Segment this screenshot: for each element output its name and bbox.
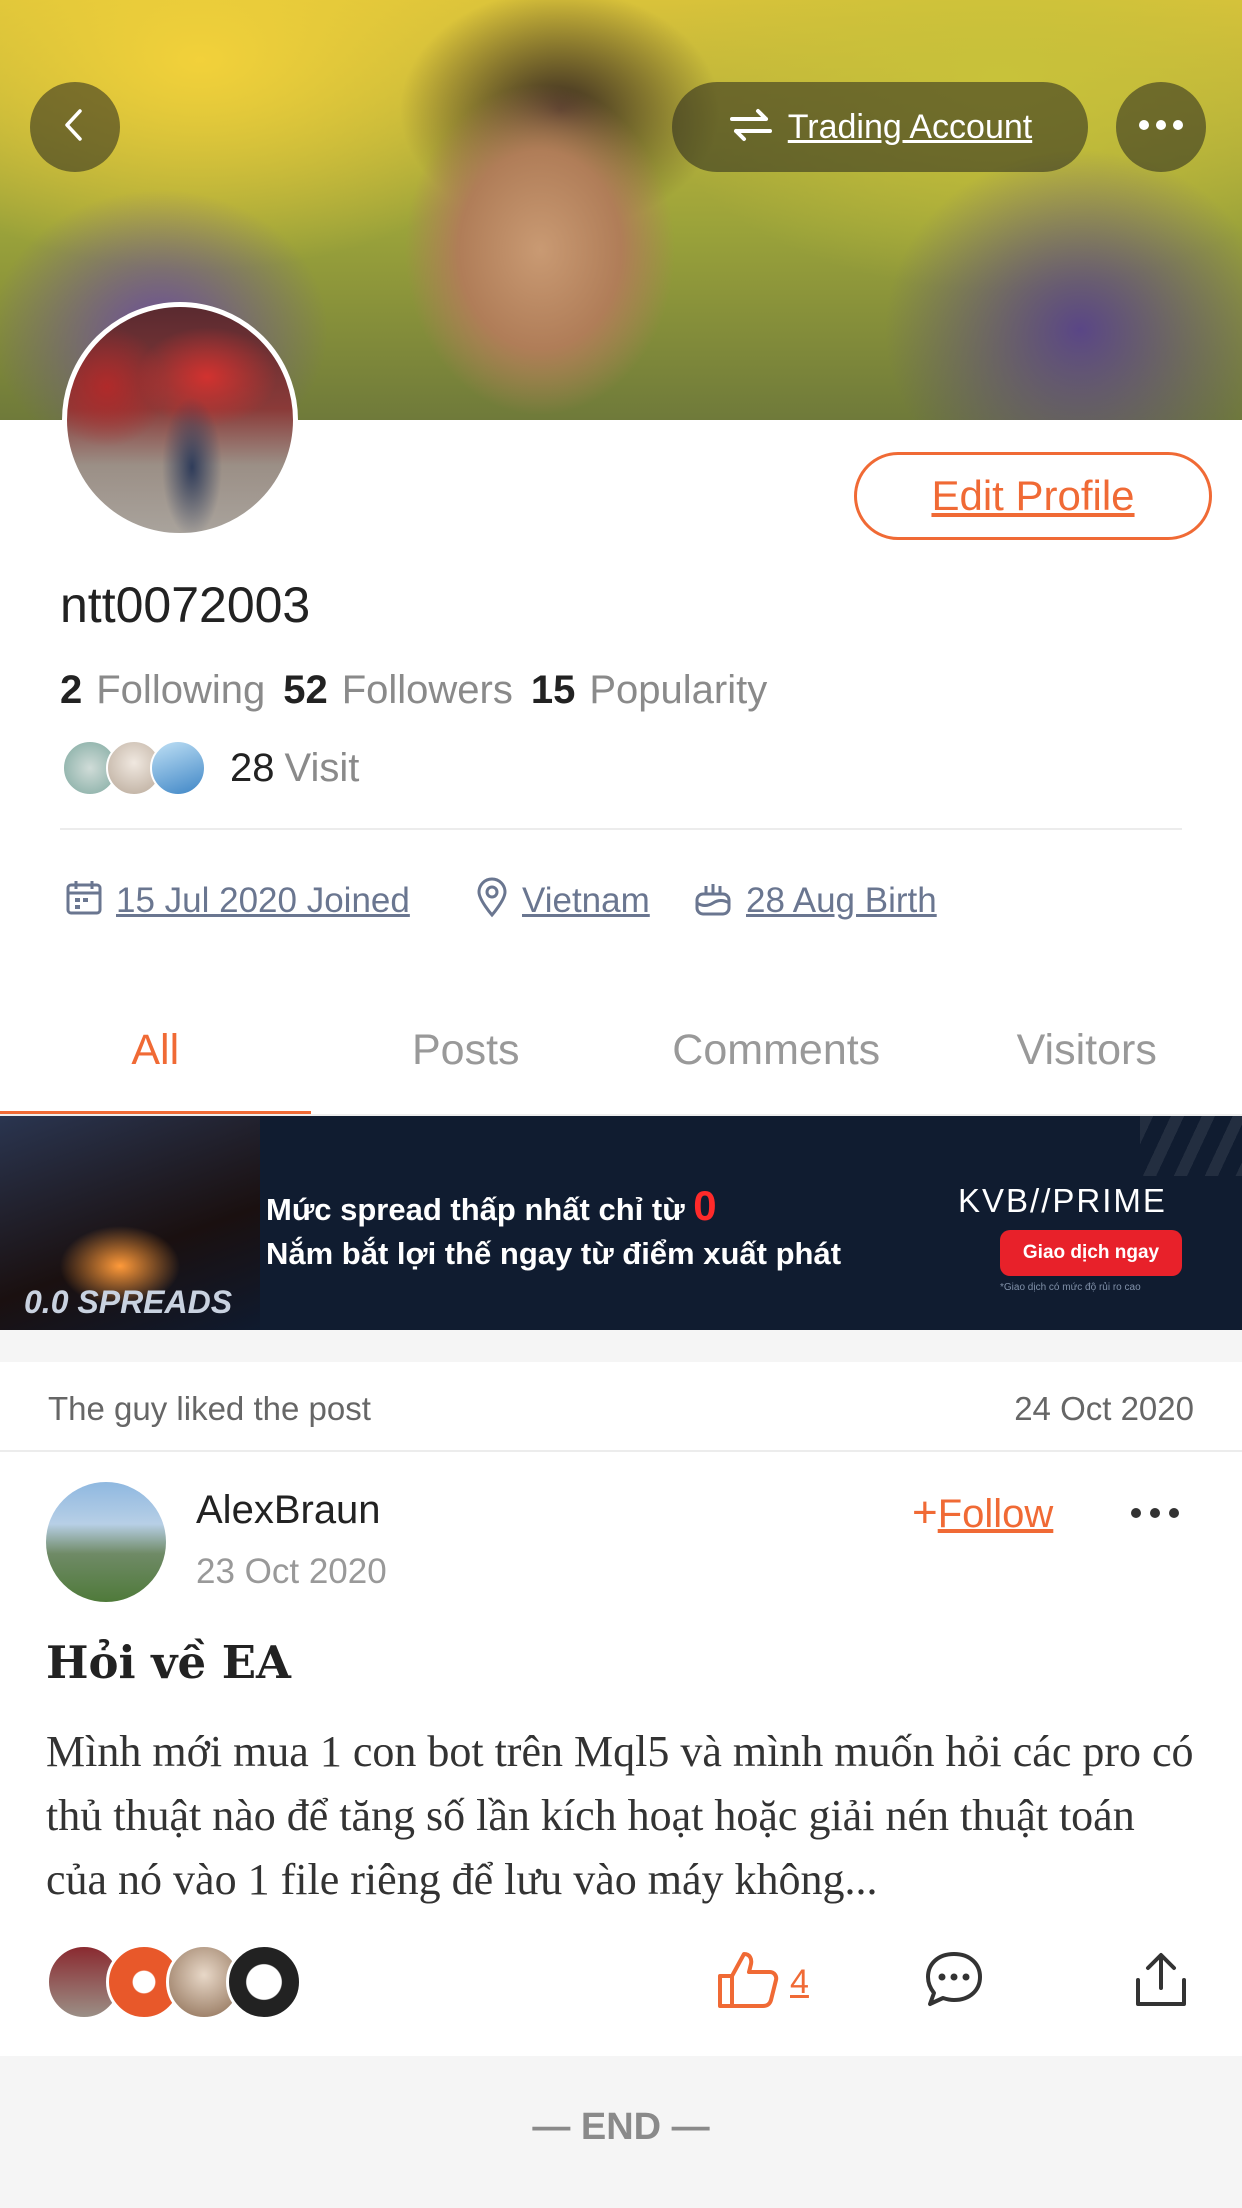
end-label: — END — — [532, 2106, 710, 2148]
tab-comments[interactable]: Comments — [621, 1000, 932, 1116]
post-title[interactable]: Hỏi về EA — [46, 1636, 291, 1689]
tab-visitors[interactable]: Visitors — [932, 1000, 1242, 1116]
end-of-list: — END — — [0, 2056, 1242, 2208]
banner-fine-print: *Giao dịch có mức độ rủi ro cao — [1000, 1282, 1141, 1293]
followers-count[interactable]: 52 — [283, 668, 328, 713]
birthday[interactable]: 28 Aug Birth — [692, 876, 937, 926]
profile-stats: 2 Following 52 Followers 15 Popularity — [60, 668, 785, 713]
followers-label[interactable]: Followers — [342, 668, 513, 713]
post-more-button[interactable] — [1130, 1500, 1180, 1530]
birthday-cake-icon — [692, 876, 734, 927]
popularity-label: Popularity — [589, 668, 768, 712]
share-button[interactable] — [1134, 1950, 1188, 2013]
activity-text: The guy liked the post — [48, 1390, 371, 1427]
divider — [0, 1450, 1242, 1452]
location[interactable]: Vietnam — [474, 876, 650, 926]
banner-brand-logo: KVB//PRIME — [958, 1182, 1167, 1219]
like-count: 4 — [790, 1963, 809, 2001]
activity-header: The guy liked the post 24 Oct 2020 — [0, 1362, 1242, 1452]
location-pin-icon — [474, 876, 510, 927]
banner-decoration — [1140, 1116, 1242, 1176]
trading-account-label: Trading Account — [787, 107, 1033, 146]
visit-count: 28 — [230, 745, 275, 790]
calendar-icon — [64, 877, 104, 926]
back-button[interactable] — [30, 82, 120, 172]
post-body[interactable]: Mình mới mua 1 con bot trên Mql5 và mình… — [46, 1720, 1206, 1912]
location-text: Vietnam — [522, 881, 650, 920]
more-dots-icon — [1130, 1506, 1180, 1524]
post-date: 23 Oct 2020 — [196, 1552, 387, 1591]
visitor-avatar — [150, 740, 206, 796]
post-author-name[interactable]: AlexBraun — [196, 1488, 381, 1533]
banner-highlight: 0 — [693, 1182, 717, 1229]
joined-date[interactable]: 15 Jul 2020 Joined — [64, 876, 410, 926]
trading-account-button[interactable]: Trading Account — [672, 82, 1088, 172]
tab-posts[interactable]: Posts — [311, 1000, 622, 1116]
tab-all[interactable]: All — [0, 1000, 311, 1116]
comment-button[interactable] — [924, 1950, 984, 2013]
ad-banner[interactable]: 0.0 SPREADS Mức spread thấp nhất chỉ từ … — [0, 1116, 1242, 1330]
follow-button[interactable]: +Follow — [912, 1488, 1053, 1538]
edit-profile-button[interactable]: Edit Profile — [854, 452, 1212, 540]
liker-avatar — [226, 1944, 302, 2020]
thumbs-up-icon — [716, 1950, 780, 2015]
following-label[interactable]: Following — [96, 668, 265, 713]
activity-date: 24 Oct 2020 — [1014, 1390, 1194, 1427]
banner-subline: Nắm bắt lợi thế ngay từ điểm xuất phát — [266, 1236, 842, 1271]
visitors-row[interactable]: 28 Visit — [62, 740, 359, 796]
more-options-button[interactable] — [1116, 82, 1206, 172]
swap-arrows-icon — [728, 107, 774, 148]
share-icon — [1134, 1950, 1188, 2013]
banner-cta-button[interactable]: Giao dịch ngay — [1000, 1230, 1182, 1276]
joined-text: 15 Jul 2020 Joined — [116, 881, 410, 920]
following-count[interactable]: 2 — [60, 668, 82, 713]
visit-label: Visit — [284, 745, 360, 790]
banner-badge: 0.0 SPREADS — [24, 1284, 233, 1320]
more-dots-icon — [1138, 118, 1184, 136]
divider — [60, 828, 1182, 830]
profile-tabs: All Posts Comments Visitors — [0, 1000, 1242, 1116]
profile-avatar[interactable] — [62, 302, 298, 538]
post-author-avatar[interactable] — [46, 1482, 166, 1602]
liker-avatars[interactable] — [46, 1944, 302, 2020]
username: ntt0072003 — [60, 577, 311, 633]
birthday-text: 28 Aug Birth — [746, 881, 937, 920]
back-arrow-icon — [55, 105, 95, 150]
banner-headline: Mức spread thấp nhất chỉ từ 0 — [266, 1182, 717, 1229]
comment-bubble-icon — [924, 1950, 984, 2013]
section-gap — [0, 1330, 1242, 1362]
popularity-count: 15 — [530, 668, 576, 712]
like-button[interactable]: 4 — [716, 1950, 809, 2015]
